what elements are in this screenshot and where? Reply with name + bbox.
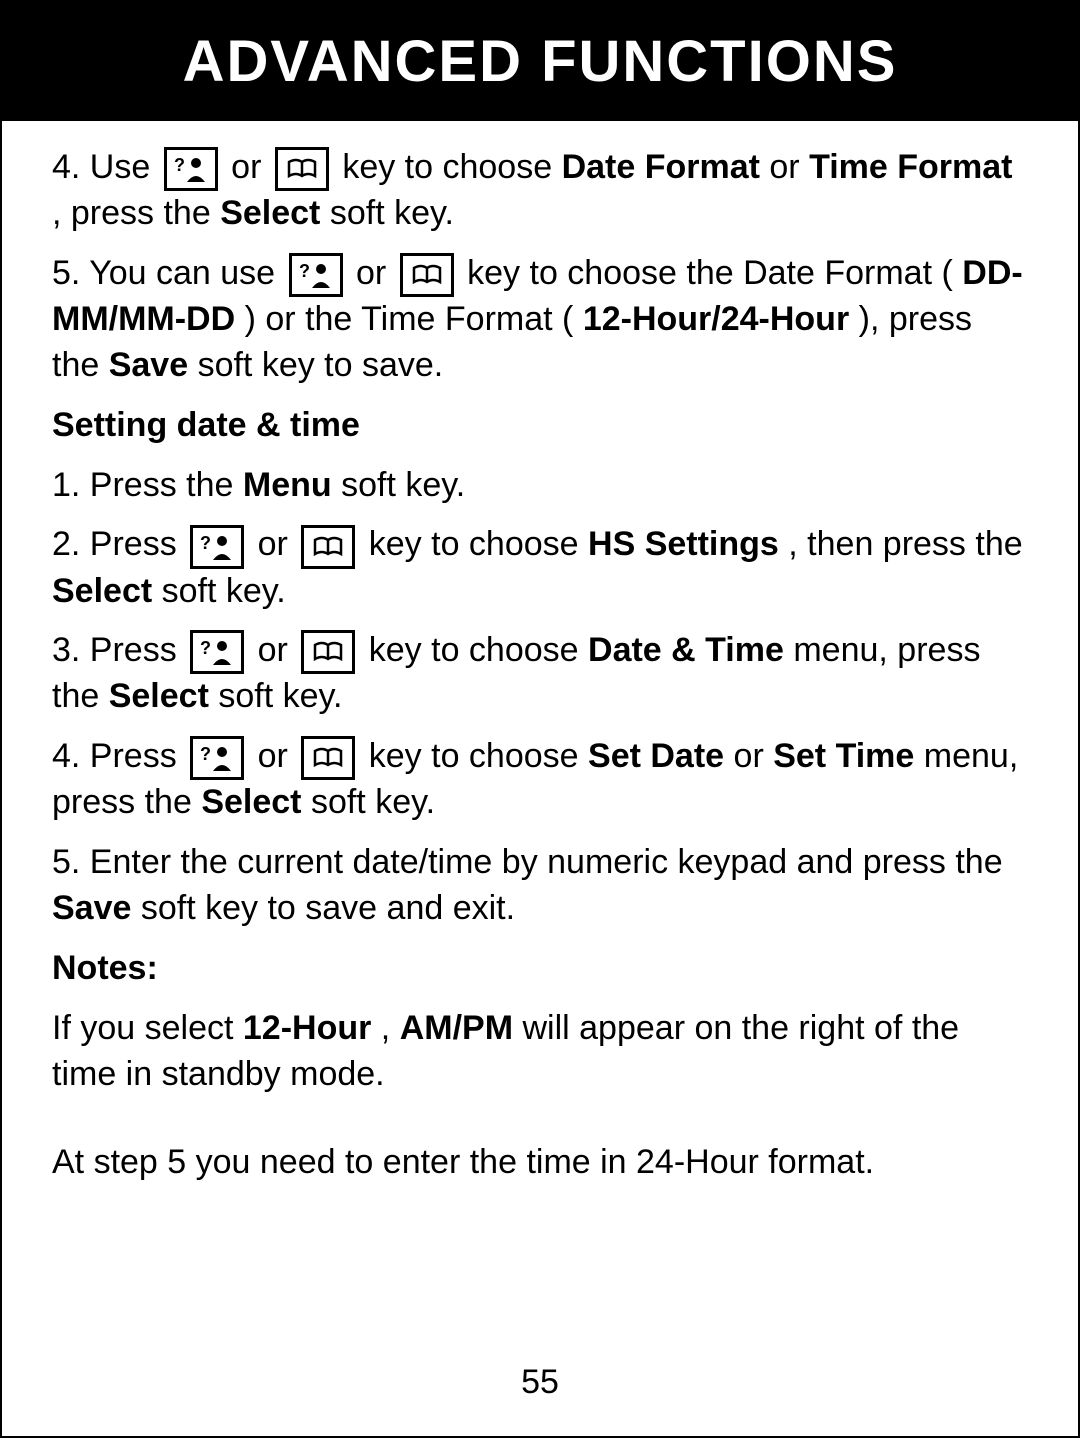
book-icon — [301, 736, 355, 780]
step-5: 5. You can use ? or key to choose the Da… — [52, 251, 1028, 389]
header-title: ADVANCED FUNCTIONS — [183, 29, 898, 94]
text: key to choose — [369, 525, 588, 563]
svg-text:?: ? — [200, 533, 211, 553]
page-content: 4. Use ? or key to choose Date Format or… — [2, 121, 1078, 1186]
bold-text: Select — [220, 194, 320, 232]
text: 4. Use — [52, 148, 160, 186]
book-icon — [301, 525, 355, 569]
note-2: At step 5 you need to enter the time in … — [52, 1140, 1028, 1186]
bold-text: Save — [52, 889, 131, 927]
text: , press the — [52, 194, 220, 232]
text: soft key. — [218, 677, 342, 715]
text: or — [258, 525, 298, 563]
text: If you select — [52, 1009, 243, 1047]
bold-text: 12-Hour — [243, 1009, 371, 1047]
text: key to choose — [342, 148, 561, 186]
bold-text: Select — [201, 783, 301, 821]
text: or — [258, 631, 298, 669]
person-help-icon: ? — [289, 253, 343, 297]
note-1: If you select 12-Hour , AM/PM will appea… — [52, 1006, 1028, 1098]
s2-step-4: 4. Press ? or key to choose Set Date or … — [52, 734, 1028, 826]
text: soft key. — [162, 572, 286, 610]
bold-text: Select — [109, 677, 209, 715]
s2-step-2: 2. Press ? or key to choose HS Settings … — [52, 522, 1028, 614]
text: 5. Enter the current date/time by numeri… — [52, 843, 1003, 881]
text: soft key to save. — [198, 346, 444, 384]
text: key to choose — [369, 737, 588, 775]
bold-text: Set Date — [588, 737, 724, 775]
text: 5. You can use — [52, 254, 285, 292]
bold-text: Menu — [243, 466, 332, 504]
step-4: 4. Use ? or key to choose Date Format or… — [52, 145, 1028, 237]
page-number: 55 — [2, 1363, 1078, 1402]
manual-page: ADVANCED FUNCTIONS 4. Use ? or key to ch… — [0, 0, 1080, 1438]
text: or — [734, 737, 774, 775]
s2-step-5: 5. Enter the current date/time by numeri… — [52, 840, 1028, 932]
bold-text: HS Settings — [588, 525, 779, 563]
text: , — [381, 1009, 400, 1047]
text: or — [258, 737, 298, 775]
bold-text: Select — [52, 572, 152, 610]
bold-text: Save — [109, 346, 188, 384]
svg-text:?: ? — [200, 744, 211, 764]
text: key to choose the Date Format ( — [467, 254, 953, 292]
person-help-icon: ? — [190, 525, 244, 569]
bold-text: Date & Time — [588, 631, 784, 669]
text: soft key. — [341, 466, 465, 504]
text: soft key. — [330, 194, 454, 232]
text: 2. Press — [52, 525, 186, 563]
text: or — [769, 148, 809, 186]
person-help-icon: ? — [190, 736, 244, 780]
text: or — [356, 254, 396, 292]
s2-step-3: 3. Press ? or key to choose Date & Time … — [52, 628, 1028, 720]
person-help-icon: ? — [190, 630, 244, 674]
book-icon — [400, 253, 454, 297]
book-icon — [301, 630, 355, 674]
book-icon — [275, 147, 329, 191]
text: key to choose — [369, 631, 588, 669]
text: soft key to save and exit. — [141, 889, 515, 927]
bold-text: Time Format — [809, 148, 1012, 186]
text: soft key. — [311, 783, 435, 821]
text: 1. Press the — [52, 466, 243, 504]
text: 4. Press — [52, 737, 186, 775]
bold-text: Date Format — [562, 148, 760, 186]
text: or — [231, 148, 271, 186]
text: ) or the Time Format ( — [245, 300, 574, 338]
s2-step-1: 1. Press the Menu soft key. — [52, 463, 1028, 509]
bold-text: AM/PM — [400, 1009, 513, 1047]
svg-text:?: ? — [174, 155, 185, 175]
text: 3. Press — [52, 631, 186, 669]
bold-text: Set Time — [773, 737, 914, 775]
page-header: ADVANCED FUNCTIONS — [2, 2, 1078, 121]
svg-text:?: ? — [200, 638, 211, 658]
notes-heading: Notes: — [52, 946, 1028, 992]
svg-text:?: ? — [299, 261, 310, 281]
section-heading-setting-date-time: Setting date & time — [52, 403, 1028, 449]
person-help-icon: ? — [164, 147, 218, 191]
bold-text: 12-Hour/24-Hour — [583, 300, 849, 338]
text: , then press the — [788, 525, 1022, 563]
